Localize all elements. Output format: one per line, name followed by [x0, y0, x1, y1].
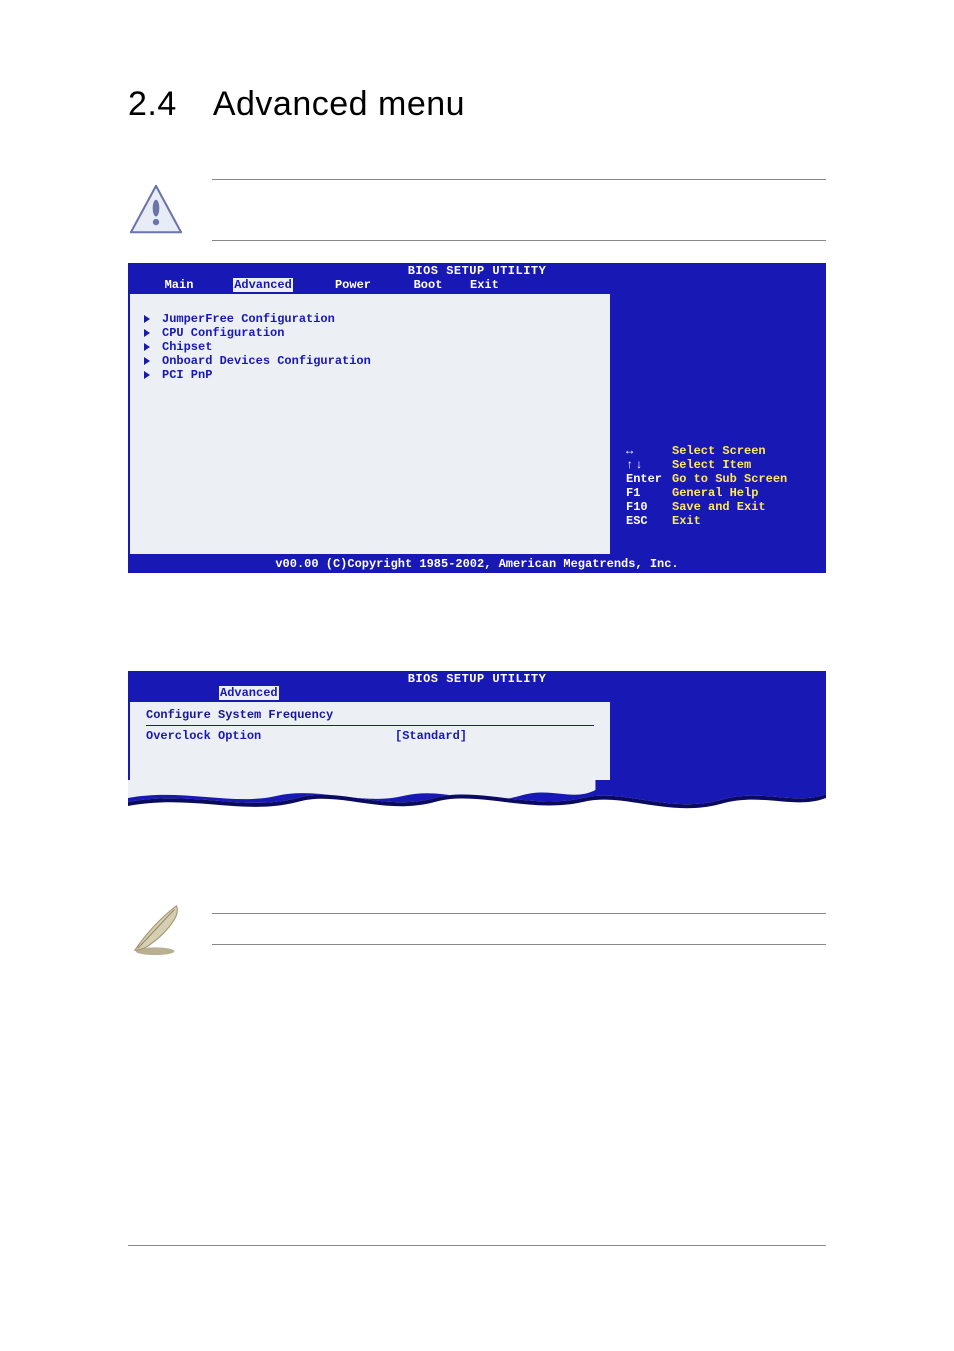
bios-tab-boot[interactable]: Boot: [400, 278, 470, 292]
bios-item-chipset[interactable]: Chipset: [148, 340, 600, 354]
section-name: Advanced menu: [213, 85, 465, 123]
help-key: F10: [626, 500, 672, 514]
divider: [212, 240, 826, 241]
bios-tab-advanced[interactable]: Advanced: [220, 278, 320, 292]
bios-tab-exit[interactable]: Exit: [470, 278, 513, 292]
help-key: F1: [626, 486, 672, 500]
help-key: ↔: [626, 444, 672, 458]
bios-screen-advanced: BIOS SETUP UTILITY Main Advanced Power B…: [128, 263, 826, 573]
triangle-right-icon: [144, 371, 150, 379]
panel-heading: Configure System Frequency: [146, 708, 594, 726]
option-value: [Standard]: [395, 729, 467, 743]
section-title: 2.4 Advanced menu: [128, 85, 826, 124]
triangle-right-icon: [144, 357, 150, 365]
bios-title: BIOS SETUP UTILITY: [128, 672, 826, 686]
option-overclock[interactable]: Overclock Option [Standard]: [146, 729, 594, 743]
divider: [212, 944, 826, 945]
bios-item-pcipnp[interactable]: PCI PnP: [148, 368, 600, 382]
bios-help-pane: ↔Select Screen ↑↓Select Item EnterGo to …: [612, 294, 824, 554]
help-key: ↑↓: [626, 458, 672, 472]
bios-config-panel: Configure System Frequency Overclock Opt…: [130, 702, 612, 780]
help-label: General Help: [672, 486, 758, 500]
help-label: Select Screen: [672, 444, 766, 458]
help-label: Go to Sub Screen: [672, 472, 787, 486]
bios-tab-power[interactable]: Power: [320, 278, 400, 292]
bios-title: BIOS SETUP UTILITY: [128, 264, 826, 278]
triangle-right-icon: [144, 343, 150, 351]
option-label: Overclock Option: [146, 729, 395, 743]
caution-text-area: [212, 179, 826, 241]
footer-rule: [128, 1245, 826, 1246]
bios-help-pane: [612, 702, 824, 780]
bios-copyright: v00.00 (C)Copyright 1985-2002, American …: [128, 556, 826, 573]
bios-tab-main[interactable]: Main: [152, 278, 220, 292]
torn-edge-icon: [128, 780, 826, 820]
caution-icon: [128, 180, 184, 240]
help-label: Exit: [672, 514, 701, 528]
caution-block: [128, 179, 826, 241]
section-number: 2.4: [128, 85, 177, 124]
bios-item-onboard[interactable]: Onboard Devices Configuration: [148, 354, 600, 368]
bios-menu-list: JumperFree Configuration CPU Configurati…: [130, 294, 612, 554]
divider: [212, 179, 826, 180]
divider: [212, 913, 826, 914]
note-text-area: [212, 913, 826, 945]
help-label: Select Item: [672, 458, 751, 472]
triangle-right-icon: [144, 329, 150, 337]
help-label: Save and Exit: [672, 500, 766, 514]
bios-screen-jumperfree: BIOS SETUP UTILITY Advanced Configure Sy…: [128, 671, 826, 820]
help-key: ESC: [626, 514, 672, 528]
help-key: Enter: [626, 472, 672, 486]
note-block: [128, 900, 826, 958]
bios-tab-bar: Main Advanced Power Boot Exit: [128, 278, 826, 294]
quill-icon: [128, 900, 186, 958]
bios-tab-advanced[interactable]: Advanced: [218, 686, 294, 700]
triangle-right-icon: [144, 315, 150, 323]
bios-item-jumperfree[interactable]: JumperFree Configuration: [148, 312, 600, 326]
bios-item-cpu[interactable]: CPU Configuration: [148, 326, 600, 340]
